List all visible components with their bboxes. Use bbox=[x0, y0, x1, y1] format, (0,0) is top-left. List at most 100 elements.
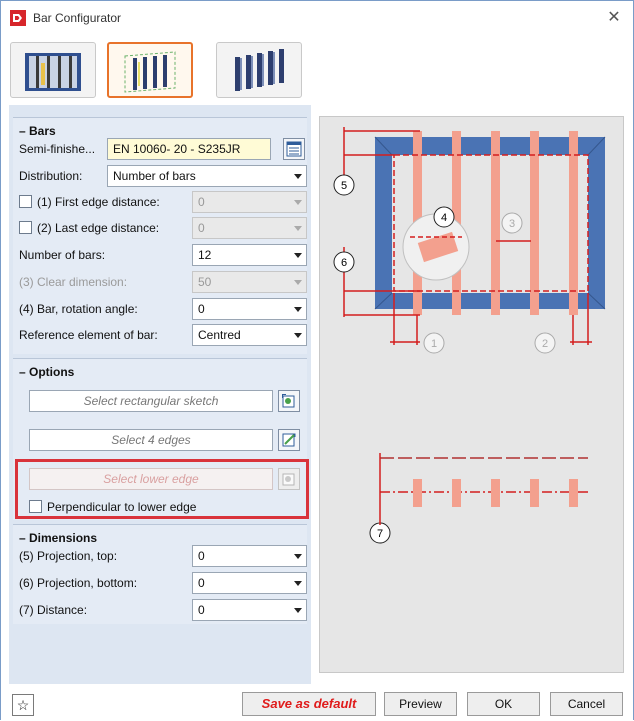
cancel-button[interactable]: Cancel bbox=[550, 692, 623, 716]
title-bar: Bar Configurator ✕ bbox=[1, 1, 633, 35]
frame-bars-icon bbox=[25, 53, 81, 91]
chevron-down-icon bbox=[294, 253, 302, 258]
distribution-row: Distribution: Number of bars bbox=[19, 165, 307, 187]
ok-button[interactable]: OK bbox=[467, 692, 540, 716]
distribution-select[interactable]: Number of bars bbox=[107, 165, 307, 187]
rotation-select[interactable]: 0 bbox=[192, 298, 307, 320]
dimensions-group-title: – Dimensions bbox=[19, 531, 98, 545]
number-of-bars-value: 12 bbox=[198, 248, 212, 262]
proj-top-select[interactable]: 0 bbox=[192, 545, 307, 567]
clear-dimension-label: (3) Clear dimension: bbox=[19, 275, 128, 289]
first-edge-label: (1) First edge distance: bbox=[37, 195, 160, 209]
semi-finished-row: Semi-finishe... EN 10060- 20 - S235JR bbox=[19, 138, 307, 160]
last-edge-checkbox[interactable] bbox=[19, 221, 32, 234]
reference-select[interactable]: Centred bbox=[192, 324, 307, 346]
chevron-down-icon bbox=[294, 174, 302, 179]
clear-dimension-value: 50 bbox=[198, 275, 212, 289]
callout-6: 6 bbox=[333, 251, 355, 273]
svg-text:7: 7 bbox=[377, 528, 383, 540]
chevron-down-icon bbox=[294, 608, 302, 613]
clear-dimension-row: (3) Clear dimension: 50 bbox=[19, 271, 307, 293]
first-edge-select[interactable]: 0 bbox=[192, 191, 307, 213]
edges-pick-icon bbox=[282, 433, 296, 447]
svg-text:5: 5 bbox=[341, 180, 347, 192]
reference-label: Reference element of bar: bbox=[19, 328, 158, 342]
select-sketch-button[interactable]: Select rectangular sketch bbox=[29, 390, 273, 412]
chevron-down-icon bbox=[294, 280, 302, 285]
mode-bars-array-button[interactable] bbox=[216, 42, 302, 98]
callout-4: 4 bbox=[433, 206, 455, 228]
rotation-detail bbox=[402, 213, 470, 281]
bars-group-title: – Bars bbox=[19, 124, 56, 138]
distance-label: (7) Distance: bbox=[19, 603, 88, 617]
bars-in-frame-icon bbox=[124, 51, 176, 93]
reference-value: Centred bbox=[198, 328, 241, 342]
select-sketch-icon-button[interactable] bbox=[278, 390, 300, 412]
preview-diagram: 5 6 4 3 1 2 7 bbox=[333, 127, 606, 544]
svg-text:1: 1 bbox=[431, 338, 437, 350]
distance-row: (7) Distance: 0 bbox=[19, 599, 307, 621]
svg-text:3: 3 bbox=[509, 218, 515, 230]
distance-select[interactable]: 0 bbox=[192, 599, 307, 621]
semi-finished-field[interactable]: EN 10060- 20 - S235JR bbox=[107, 138, 271, 160]
rotation-label: (4) Bar, rotation angle: bbox=[19, 302, 138, 316]
close-button[interactable]: ✕ bbox=[603, 7, 625, 29]
options-group-title: – Options bbox=[19, 365, 75, 379]
favorites-star-icon[interactable]: ☆ bbox=[12, 694, 34, 716]
proj-bottom-select[interactable]: 0 bbox=[192, 572, 307, 594]
mode-toolbar bbox=[1, 35, 633, 105]
bars-group: – Bars Semi-finishe... EN 10060- 20 - S2… bbox=[13, 117, 307, 354]
proj-top-row: (5) Projection, top: 0 bbox=[19, 545, 307, 567]
side-view bbox=[379, 453, 588, 525]
chevron-down-icon bbox=[294, 226, 302, 231]
clear-dimension-select[interactable]: 50 bbox=[192, 271, 307, 293]
proj-bottom-label: (6) Projection, bottom: bbox=[19, 576, 138, 590]
preview-panel: 5 6 4 3 1 2 7 bbox=[319, 116, 624, 673]
button-bar: ☆ Save as default Preview OK Cancel bbox=[1, 685, 633, 721]
first-edge-value: 0 bbox=[198, 195, 205, 209]
callout-1: 1 bbox=[423, 332, 445, 354]
chevron-down-icon bbox=[294, 333, 302, 338]
callout-3: 3 bbox=[501, 212, 523, 234]
semi-finished-label: Semi-finishe... bbox=[19, 142, 96, 156]
save-as-default-button[interactable]: Save as default bbox=[242, 692, 376, 716]
callout-2: 2 bbox=[534, 332, 556, 354]
select-edges-icon-button[interactable] bbox=[278, 429, 300, 451]
first-edge-row: (1) First edge distance: 0 bbox=[19, 191, 307, 213]
app-icon bbox=[10, 10, 26, 26]
bar-configurator-window: Bar Configurator ✕ – Bars Semi-finishe..… bbox=[0, 0, 634, 721]
first-edge-checkbox[interactable] bbox=[19, 195, 32, 208]
number-of-bars-label: Number of bars: bbox=[19, 248, 106, 262]
select-edges-button[interactable]: Select 4 edges bbox=[29, 429, 273, 451]
catalog-button[interactable] bbox=[283, 138, 305, 160]
callout-5: 5 bbox=[333, 174, 355, 196]
proj-bottom-value: 0 bbox=[198, 576, 205, 590]
svg-text:6: 6 bbox=[341, 257, 347, 269]
chevron-down-icon bbox=[294, 307, 302, 312]
proj-top-label: (5) Projection, top: bbox=[19, 549, 118, 563]
chevron-down-icon bbox=[294, 581, 302, 586]
mode-bars-in-frame-button[interactable] bbox=[107, 42, 193, 98]
number-of-bars-select[interactable]: 12 bbox=[192, 244, 307, 266]
last-edge-value: 0 bbox=[198, 221, 205, 235]
distribution-value: Number of bars bbox=[113, 169, 196, 183]
last-edge-label: (2) Last edge distance: bbox=[37, 221, 160, 235]
catalog-icon bbox=[286, 141, 302, 157]
distribution-label: Distribution: bbox=[19, 169, 83, 183]
number-of-bars-row: Number of bars: 12 bbox=[19, 244, 307, 266]
last-edge-row: (2) Last edge distance: 0 bbox=[19, 217, 307, 239]
last-edge-select[interactable]: 0 bbox=[192, 217, 307, 239]
chevron-down-icon bbox=[294, 554, 302, 559]
distance-value: 0 bbox=[198, 603, 205, 617]
svg-text:2: 2 bbox=[542, 338, 548, 350]
callout-7: 7 bbox=[369, 522, 391, 544]
chevron-down-icon bbox=[294, 200, 302, 205]
proj-bottom-row: (6) Projection, bottom: 0 bbox=[19, 572, 307, 594]
rotation-row: (4) Bar, rotation angle: 0 bbox=[19, 298, 307, 320]
window-title: Bar Configurator bbox=[33, 11, 122, 25]
mode-frame-button[interactable] bbox=[10, 42, 96, 98]
dimensions-group: – Dimensions (5) Projection, top: 0 (6) … bbox=[13, 524, 307, 624]
preview-button[interactable]: Preview bbox=[384, 692, 457, 716]
settings-panel: – Bars Semi-finishe... EN 10060- 20 - S2… bbox=[9, 105, 311, 684]
sketch-pick-icon bbox=[282, 394, 295, 408]
